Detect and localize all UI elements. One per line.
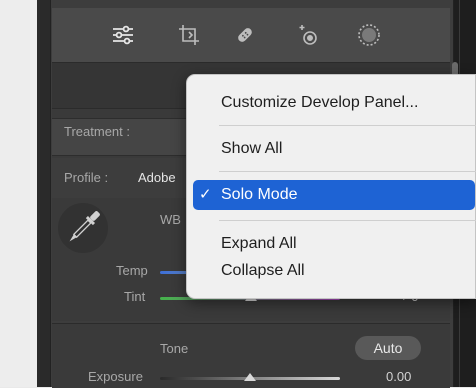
menu-separator: [219, 125, 476, 126]
panel-context-menu: Customize Develop Panel... Show All ✓ So…: [186, 74, 476, 299]
edit-sliders-icon[interactable]: [110, 22, 136, 48]
wb-label: WB: [160, 212, 181, 227]
checkmark-icon: ✓: [199, 186, 212, 203]
menu-item-show-all[interactable]: Show All: [221, 140, 282, 158]
menu-separator: [219, 171, 476, 172]
tone-title: Tone: [160, 341, 189, 356]
menu-item-solo-mode-label[interactable]: Solo Mode: [221, 186, 298, 204]
menu-item-collapse-all[interactable]: Collapse All: [221, 262, 305, 280]
treatment-label: Treatment :: [64, 124, 130, 139]
menu-item-customize-develop-panel[interactable]: Customize Develop Panel...: [221, 94, 418, 112]
wb-eyedropper-icon[interactable]: [58, 203, 108, 253]
profile-label: Profile :: [64, 170, 109, 185]
left-background-strip: [0, 0, 37, 387]
auto-tone-button[interactable]: Auto: [355, 336, 421, 360]
profile-value[interactable]: Adobe: [138, 170, 176, 185]
exposure-label: Exposure: [88, 369, 143, 384]
tint-label: Tint: [124, 289, 146, 304]
healing-icon[interactable]: [232, 22, 258, 48]
menu-separator: [219, 220, 476, 221]
menu-item-expand-all[interactable]: Expand All: [221, 235, 297, 253]
masking-icon[interactable]: [356, 22, 382, 48]
exposure-slider-thumb[interactable]: [244, 373, 256, 381]
exposure-value[interactable]: 0.00: [386, 369, 411, 384]
red-eye-icon[interactable]: [296, 22, 322, 48]
temp-label: Temp: [116, 263, 148, 278]
tool-strip: [52, 8, 450, 63]
crop-icon[interactable]: [176, 22, 202, 48]
